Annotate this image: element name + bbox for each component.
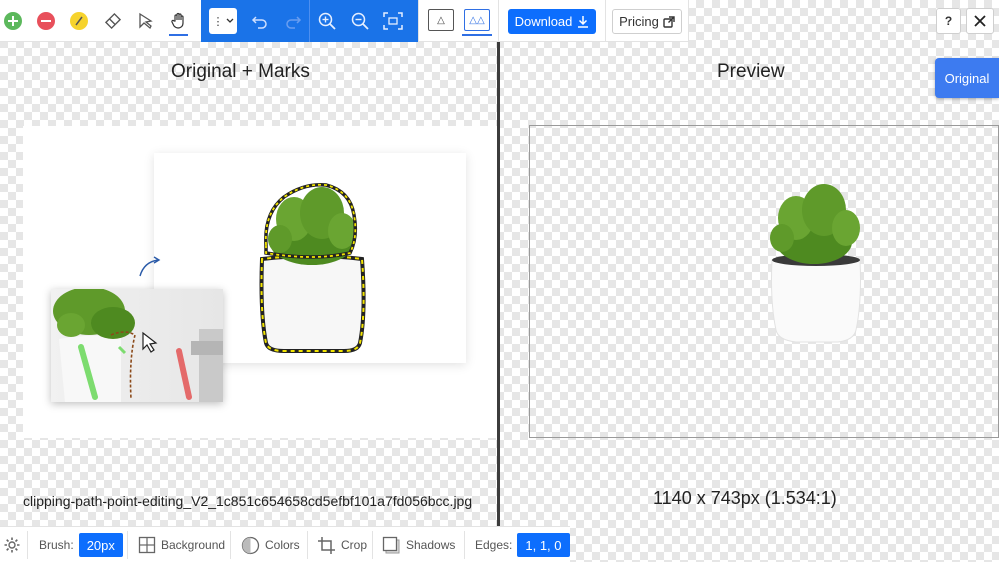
inset-photo-drawing (53, 289, 223, 402)
edges-label: Edges: (475, 538, 513, 552)
zoom-in-icon (318, 12, 336, 30)
single-view-button[interactable]: △ (428, 9, 454, 31)
crop-icon (318, 536, 335, 554)
close-icon (974, 15, 986, 27)
colors-contrast-icon (241, 536, 260, 554)
remove-mark-tool[interactable] (29, 0, 62, 42)
gear-icon (4, 537, 20, 553)
shadows-label: Shadows (406, 538, 456, 552)
panel-divider[interactable] (497, 42, 500, 526)
eraser-icon (104, 12, 121, 29)
bottom-toolbar: Brush: 20px Background Colors Crop Shado… (0, 526, 570, 562)
split-view-label: △△ (469, 14, 485, 26)
active-view-indicator (462, 34, 492, 36)
chevron-down-icon (226, 18, 233, 23)
settings-button[interactable] (3, 527, 21, 562)
zoom-out-button[interactable] (343, 0, 376, 42)
right-panel-title: Preview (717, 61, 785, 82)
original-photo-inset[interactable] (51, 289, 223, 402)
original-toggle-button[interactable]: Original (935, 58, 999, 98)
split-view-button[interactable]: △△ (464, 9, 490, 31)
fit-screen-button[interactable] (376, 0, 409, 42)
colors-button[interactable]: Colors (241, 527, 300, 562)
add-mark-tool[interactable] (0, 0, 29, 42)
shadows-button[interactable]: Shadows (382, 527, 455, 562)
pricing-label: Pricing (619, 14, 659, 29)
preview-canvas[interactable] (529, 125, 999, 438)
crop-label: Crop (341, 538, 368, 552)
dropdown-dots: ⋮ (212, 15, 224, 28)
pan-tool[interactable] (162, 0, 195, 42)
brush-control: Brush: 20px (39, 527, 123, 562)
select-tool[interactable] (129, 0, 162, 42)
close-button[interactable] (966, 8, 994, 34)
top-toolbar: ⋮ △ △△ Download Pricing (0, 0, 689, 42)
edges-control: Edges: 1, 1, 0 (475, 527, 570, 562)
options-dropdown[interactable]: ⋮ (209, 8, 237, 34)
view-tools-group: ⋮ (201, 0, 418, 42)
pencil-tool[interactable] (62, 0, 95, 42)
download-button[interactable]: Download (508, 9, 596, 34)
background-grid-icon (138, 536, 156, 554)
left-panel-title: Original + Marks (171, 61, 310, 82)
select-arrow-icon (138, 12, 153, 29)
edges-value-button[interactable]: 1, 1, 0 (517, 533, 570, 557)
help-button[interactable]: ? (936, 8, 961, 34)
external-link-icon (663, 15, 675, 28)
background-label: Background (161, 538, 226, 552)
add-mark-icon (3, 11, 22, 30)
zoom-in-button[interactable] (310, 0, 343, 42)
colors-label: Colors (265, 538, 300, 552)
undo-icon (251, 16, 267, 29)
preview-plant-image (770, 184, 861, 343)
pan-hand-icon (170, 12, 184, 29)
pricing-button[interactable]: Pricing (612, 9, 682, 34)
fit-screen-icon (382, 12, 403, 30)
crop-button[interactable]: Crop (317, 527, 367, 562)
image-dimensions: 1140 x 743px (1.534:1) (653, 488, 837, 508)
brush-size-button[interactable]: 20px (78, 533, 123, 557)
help-label: ? (944, 14, 953, 28)
background-button[interactable]: Background (138, 527, 225, 562)
file-name: clipping-path-point-editing_V2_1c851c654… (23, 493, 473, 509)
eraser-tool[interactable] (96, 0, 129, 42)
original-toggle-label: Original (944, 70, 990, 86)
brush-label: Brush: (39, 538, 74, 552)
redo-icon (285, 16, 301, 29)
download-label: Download (514, 14, 573, 29)
single-view-label: △ (437, 14, 445, 26)
undo-button[interactable] (243, 0, 276, 42)
pencil-icon (69, 11, 88, 30)
remove-mark-icon (36, 11, 55, 30)
zoom-out-icon (351, 12, 369, 30)
curved-arrow-icon (139, 256, 161, 277)
shadow-icon (382, 536, 400, 553)
redo-button[interactable] (276, 0, 309, 42)
download-icon (578, 16, 589, 28)
